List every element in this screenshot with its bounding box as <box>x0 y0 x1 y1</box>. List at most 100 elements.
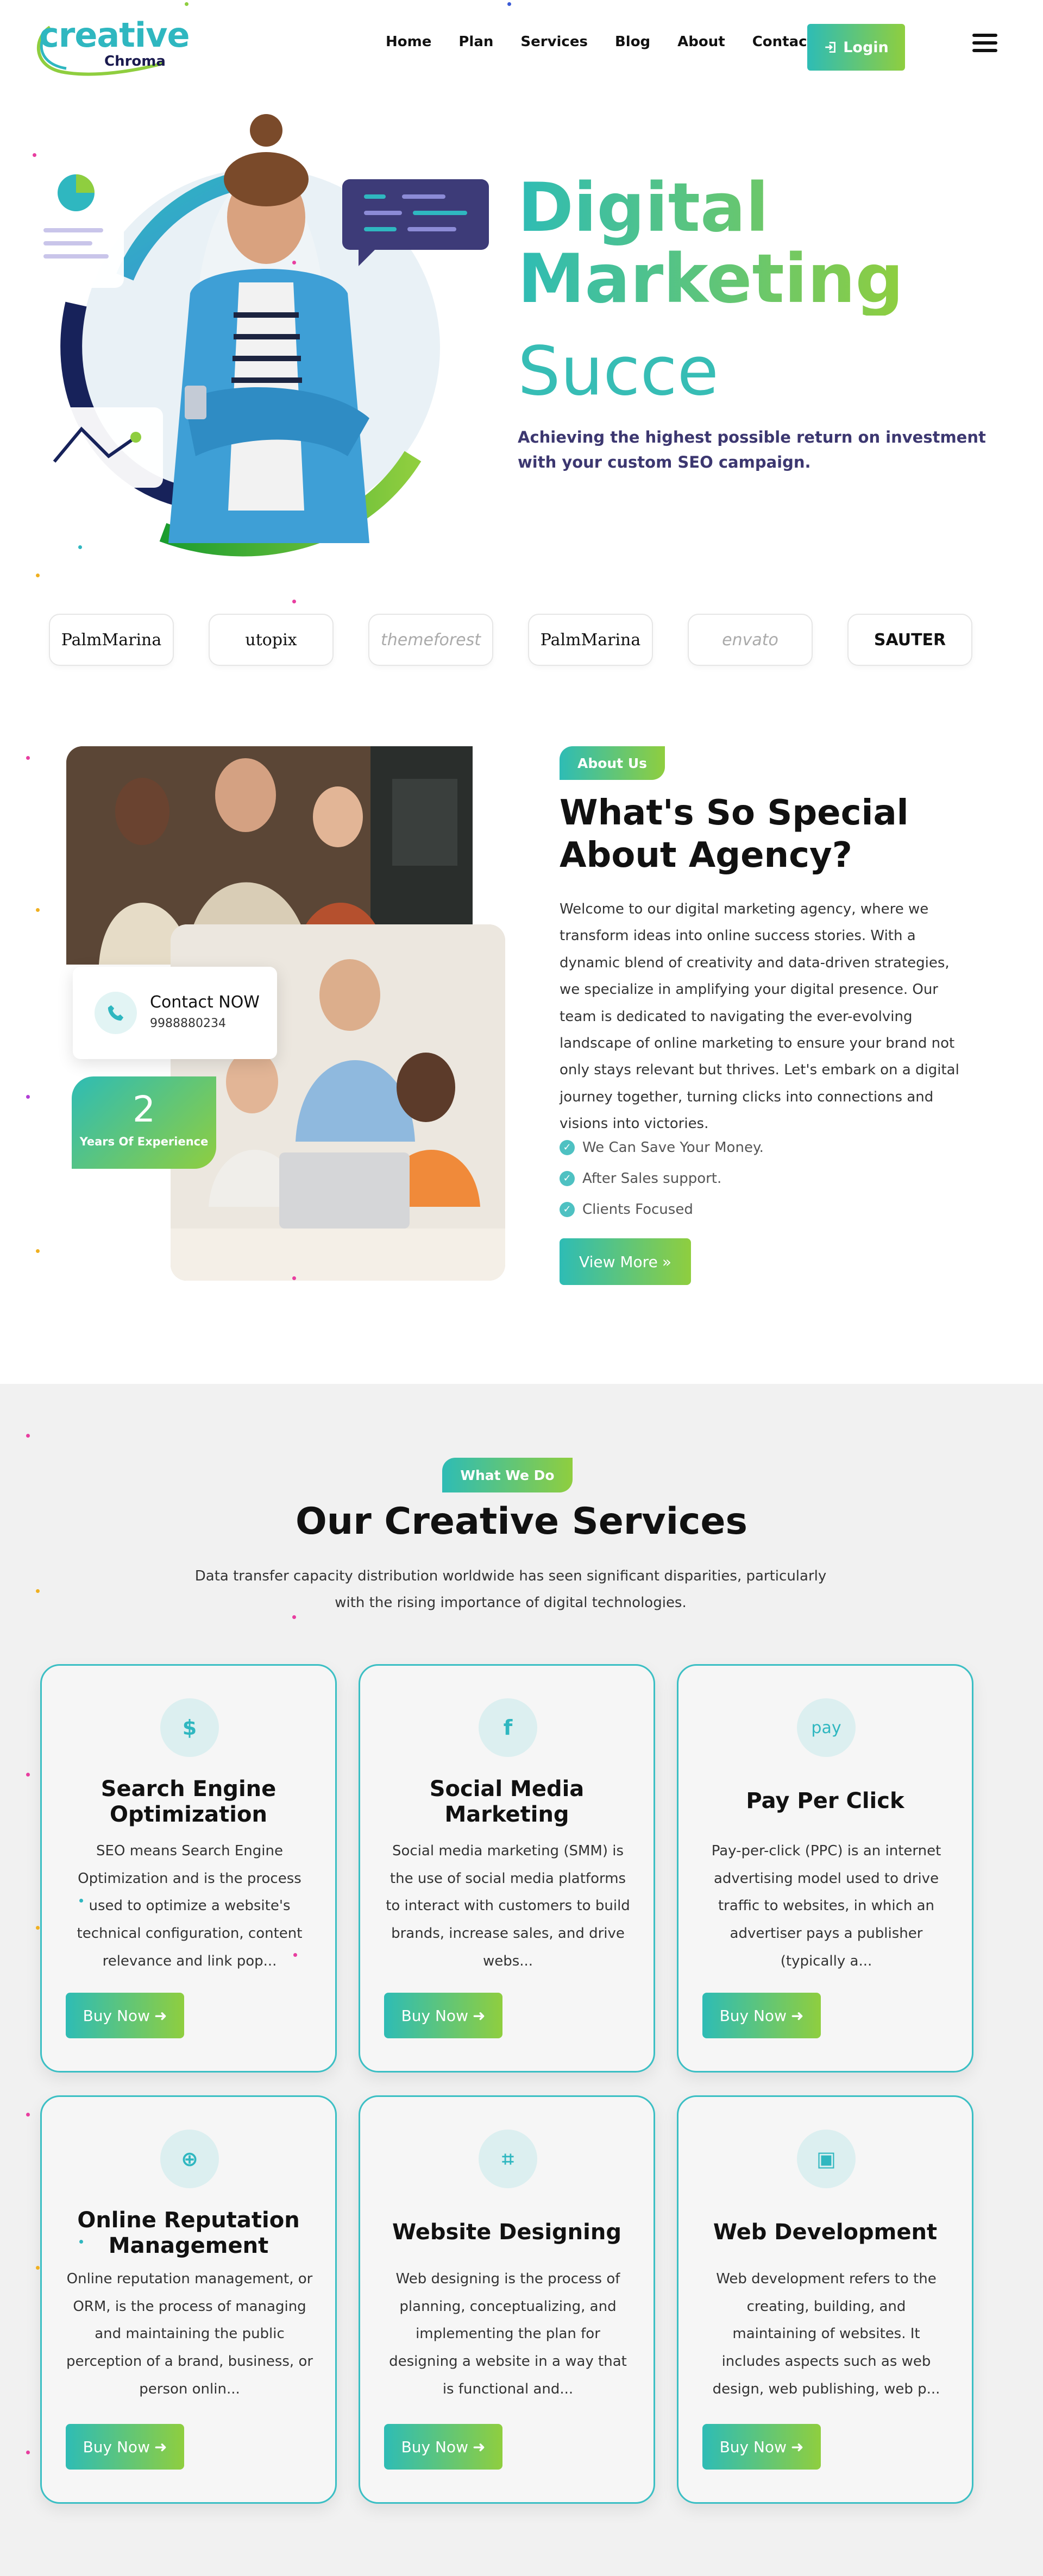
service-card-desc: Pay-per-click (PPC) is an internet adver… <box>711 1843 941 1969</box>
service-card-seo: $ Search Engine Optimization SEO means S… <box>40 1664 337 2073</box>
buy-now-button[interactable]: Buy Now ➜ <box>702 2424 821 2470</box>
view-more-label: View More <box>579 1252 658 1271</box>
hero-illustration <box>26 114 489 557</box>
feature-checklist: ✓ We Can Save Your Money. ✓ After Sales … <box>560 1132 764 1225</box>
login-button[interactable]: Login <box>807 24 905 71</box>
service-card-title: Website Designing <box>392 2220 621 2245</box>
nav-contact[interactable]: Contact <box>752 34 814 50</box>
confetti-dot <box>79 2240 83 2244</box>
contact-title: Contact NOW <box>150 993 260 1012</box>
double-chevron-right-icon: » <box>662 1252 671 1271</box>
crop-icon: ⌗ <box>479 2130 537 2188</box>
confetti-dot <box>507 2 511 6</box>
confetti-dot <box>292 600 296 603</box>
buy-now-label: Buy Now <box>401 2438 468 2456</box>
nav-about[interactable]: About <box>677 34 725 50</box>
nav-services[interactable]: Services <box>520 34 588 50</box>
buy-now-label: Buy Now <box>401 2006 468 2025</box>
amazon-pay-icon: pay <box>797 1698 856 1757</box>
nav-blog[interactable]: Blog <box>615 34 650 50</box>
confetti-dot <box>26 1434 30 1438</box>
about-text: Welcome to our digital marketing agency,… <box>560 901 959 1132</box>
check-circle-icon: ✓ <box>560 1139 575 1155</box>
checklist-item-label: After Sales support. <box>582 1170 722 1187</box>
buy-now-label: Buy Now <box>83 2438 150 2456</box>
service-card-title: Search Engine Optimization <box>100 1777 277 1828</box>
arrow-right-icon: ➜ <box>790 2438 804 2456</box>
service-card-smm: f Social Media Marketing Social media ma… <box>359 1664 655 2073</box>
what-we-do-pill: What We Do <box>442 1458 573 1492</box>
buy-now-button[interactable]: Buy Now ➜ <box>384 2424 502 2470</box>
confetti-dot <box>185 2 189 6</box>
confetti-dot <box>26 1773 30 1777</box>
logo-subtext: Chroma <box>104 53 166 70</box>
experience-number: 2 <box>133 1088 155 1130</box>
buy-now-button[interactable]: Buy Now ➜ <box>66 1993 184 2038</box>
check-circle-icon: ✓ <box>560 1170 575 1186</box>
confetti-dot <box>36 908 40 912</box>
confetti-dot <box>292 1276 296 1280</box>
checklist-item: ✓ Clients Focused <box>560 1194 764 1225</box>
service-card-web-dev: ▣ Web Development Web development refers… <box>677 2095 973 2504</box>
confetti-dot <box>36 1589 40 1593</box>
confetti-dot <box>33 153 36 157</box>
arrow-right-icon: ➜ <box>790 2006 804 2025</box>
service-card-orm: ⊕ Online Reputation Management Online re… <box>40 2095 337 2504</box>
experience-badge: 2 Years Of Experience <box>72 1076 216 1169</box>
service-card-title: Social Media Marketing <box>429 1777 585 1828</box>
buy-now-button[interactable]: Buy Now ➜ <box>702 1993 821 2038</box>
confetti-dot <box>78 545 82 549</box>
brand-logo-sauter: SAUTER <box>847 614 972 666</box>
buy-now-button[interactable]: Buy Now ➜ <box>384 1993 502 2038</box>
confetti-dot <box>36 1249 40 1253</box>
service-card-desc: Web development refers to the creating, … <box>712 2271 940 2397</box>
hero-subtitle: Achieving the highest possible return on… <box>518 428 986 472</box>
confetti-dot <box>26 756 30 760</box>
check-circle-icon: ✓ <box>560 1201 575 1217</box>
confetti-dot <box>26 2113 30 2117</box>
about-title: What's So Special About Agency? <box>560 793 909 876</box>
brand-logos-row: PalmMarina utopix themeforest PalmMarina… <box>49 614 972 666</box>
hero-title: Digital Marketing <box>518 173 903 316</box>
brand-logo-utopix: utopix <box>209 614 334 666</box>
services-subtitle: Data transfer capacity distribution worl… <box>194 1568 827 1611</box>
monitor-code-icon: ▣ <box>797 2130 856 2188</box>
confetti-dot <box>36 2266 40 2270</box>
hero-typed-text: Succe <box>518 332 719 411</box>
hero-title-line-2: Marketing <box>518 240 904 319</box>
arrow-right-icon: ➜ <box>154 2438 167 2456</box>
buy-now-label: Buy Now <box>719 2006 787 2025</box>
brand-logo-envato: envato <box>688 614 813 666</box>
brand-logo-palmmarina-2: PalmMarina <box>528 614 653 666</box>
arrow-right-icon: ➜ <box>472 2438 486 2456</box>
service-card-ppc: pay Pay Per Click Pay-per-click (PPC) is… <box>677 1664 973 2073</box>
nav-plan[interactable]: Plan <box>458 34 493 50</box>
login-icon <box>825 41 836 53</box>
buy-now-button[interactable]: Buy Now ➜ <box>66 2424 184 2470</box>
service-card-web-design: ⌗ Website Designing Web designing is the… <box>359 2095 655 2504</box>
view-more-button[interactable]: View More » <box>560 1238 691 1285</box>
service-card-desc: SEO means Search Engine Optimization and… <box>77 1843 303 1969</box>
checklist-item-label: Clients Focused <box>582 1201 693 1218</box>
phone-icon <box>95 992 137 1034</box>
experience-label: Years Of Experience <box>79 1135 209 1148</box>
hamburger-menu-icon[interactable] <box>972 34 997 55</box>
seo-search-dollar-icon: $ <box>160 1698 219 1757</box>
confetti-dot <box>36 1926 40 1930</box>
service-card-title: Web Development <box>713 2220 938 2245</box>
login-label: Login <box>843 39 889 56</box>
nav-home[interactable]: Home <box>386 34 431 50</box>
brand-logo-palmmarina: PalmMarina <box>49 614 174 666</box>
contact-card[interactable]: Contact NOW 9988880234 <box>73 967 277 1059</box>
brand-logo[interactable]: creative Chroma <box>28 11 190 81</box>
checklist-item-label: We Can Save Your Money. <box>582 1139 764 1156</box>
service-card-title: Online Reputation Management <box>77 2208 300 2259</box>
service-card-desc: Web designing is the process of planning… <box>389 2271 627 2397</box>
checklist-item: ✓ After Sales support. <box>560 1163 764 1194</box>
hero-title-line-1: Digital <box>518 169 769 247</box>
about-us-pill: About Us <box>560 746 665 780</box>
confetti-dot <box>293 1953 297 1957</box>
confetti-dot <box>79 1899 83 1903</box>
buy-now-label: Buy Now <box>719 2438 787 2456</box>
service-card-title: Pay Per Click <box>746 1788 904 1813</box>
